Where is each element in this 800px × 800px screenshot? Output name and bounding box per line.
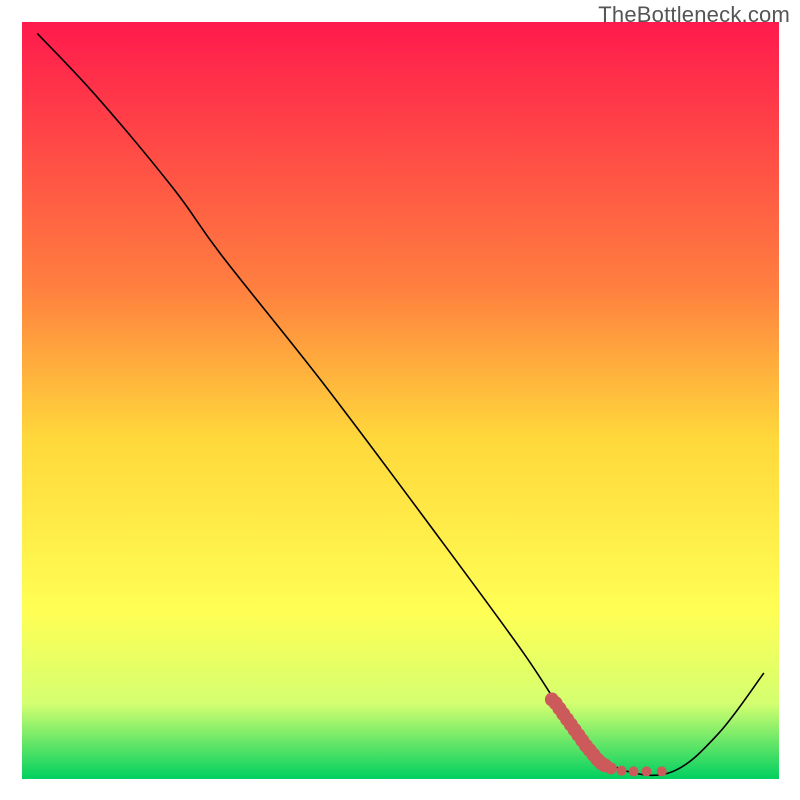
plot-background [22,22,779,779]
chart-container: TheBottleneck.com [0,0,800,800]
watermark-label: TheBottleneck.com [598,2,790,28]
chart-svg [0,0,800,800]
highlight-dot [657,766,667,776]
highlight-dot [617,766,627,776]
highlight-dot [605,762,617,774]
highlight-dot [629,766,639,776]
highlight-dot [642,766,652,776]
